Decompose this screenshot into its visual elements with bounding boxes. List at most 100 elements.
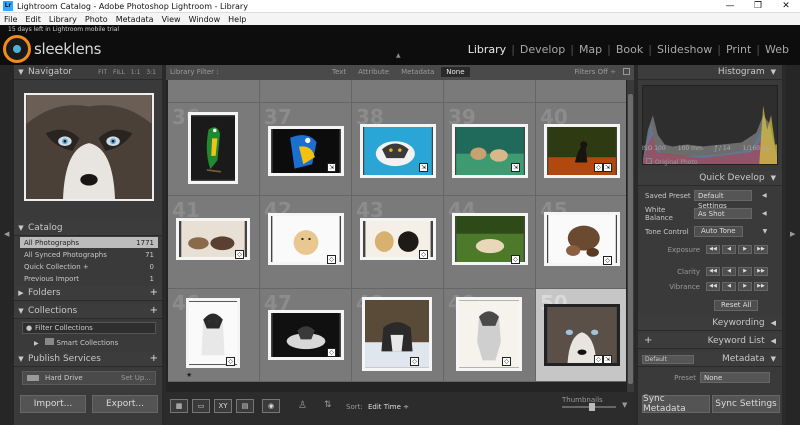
grid-cell-46[interactable]: 46 ◇ ★ [168,289,260,382]
grid-cell-41[interactable]: 41 ◇ [168,196,260,289]
grid-cell-50-selected[interactable]: 50 ◇ ⇲ [536,289,626,382]
keyword-list-header[interactable]: + Keyword List ◀ [638,334,782,349]
grid-cell-39[interactable]: 39 ⇲ [444,103,536,196]
lock-icon[interactable] [623,68,630,75]
publish-services-header[interactable]: ▼ Publish Services + [14,352,162,367]
keyword-list-expand-icon[interactable]: ◀ [771,337,776,345]
tone-control-arrow-icon[interactable]: ▼ [763,228,768,235]
navigator-header[interactable]: ▼ Navigator FIT FILL 1:1 3:1 [14,65,162,80]
grid-cell-48[interactable]: 48 ◇ [352,289,444,382]
grid-cell-37[interactable]: 37 ⇲ [260,103,352,196]
thumbnail-parrot[interactable] [188,112,238,184]
module-web[interactable]: Web [760,43,794,56]
catalog-all-synced[interactable]: All Synced Photographs 71 [20,249,158,260]
filter-tab-attribute[interactable]: Attribute [353,67,394,77]
reset-all-button[interactable]: Reset All [714,300,759,311]
toolbar-menu-icon[interactable]: ▼ [622,401,627,409]
collections-expand-icon[interactable]: ▼ [14,307,28,315]
catalog-quick-collection[interactable]: Quick Collection +0 [20,261,158,272]
menu-library[interactable]: Library [45,15,81,24]
module-book[interactable]: Book [611,43,648,56]
module-slideshow[interactable]: Slideshow [652,43,717,56]
collapse-left-arrow-icon[interactable]: ◀ [4,230,9,238]
hard-drive-setup-button[interactable]: Set Up... [121,374,151,382]
compare-view-icon[interactable]: XY [214,399,232,413]
module-print[interactable]: Print [721,43,756,56]
grid-cell-42[interactable]: 42 ◇ [260,196,352,289]
navigator-zoom-options[interactable]: FIT FILL 1:1 3:1 [98,69,156,76]
histogram-expand-icon[interactable]: ▼ [771,68,776,76]
menu-window[interactable]: Window [185,15,225,24]
import-button[interactable]: Import... [20,395,86,413]
grid-cell[interactable] [352,80,444,103]
menu-file[interactable]: File [0,15,21,24]
maximize-button[interactable]: ❐ [744,1,772,11]
minimize-button[interactable]: — [716,1,744,11]
collections-header[interactable]: ▼ Collections + [14,304,162,319]
catalog-header[interactable]: ▼ Catalog [14,221,162,236]
grid-cell-38[interactable]: 38 ⇲ [352,103,444,196]
exposure-steppers[interactable]: ◀◀ ◀ ▶ ▶▶ [706,245,770,254]
thumbnail-husky-standing[interactable] [456,297,522,371]
add-folder-icon[interactable]: + [150,287,158,298]
module-develop[interactable]: Develop [515,43,570,56]
catalog-all-photographs[interactable]: All Photographs 1771 [20,237,158,248]
folders-expand-icon[interactable]: ▶ [14,289,28,297]
menu-metadata[interactable]: Metadata [112,15,158,24]
sort-dropdown[interactable]: Edit Time ÷ [368,403,409,411]
grid-cell[interactable] [260,80,352,103]
grid-cell-40[interactable]: 40 ◇ ⇲ [536,103,626,196]
grid-cell[interactable] [444,80,536,103]
module-library[interactable]: Library [463,43,511,56]
grid-cell-47[interactable]: 47 ◇ [260,289,352,382]
add-keyword-icon[interactable]: + [644,335,652,346]
grid-scrollbar[interactable] [627,80,634,392]
trial-notice[interactable]: 15 days left in Lightroom mobile trial [8,26,119,33]
keywording-header[interactable]: Keywording ◀ [638,316,782,331]
thumbnail-size-slider[interactable] [562,403,616,411]
catalog-previous-import[interactable]: Previous Import 1 [20,273,158,284]
navigator-preview-husky[interactable] [24,93,154,201]
white-balance-dropdown[interactable]: As Shot [694,208,752,219]
grid-cell-44[interactable]: 44 ◇ [444,196,536,289]
vibrance-steppers[interactable]: ◀◀ ◀ ▶ ▶▶ [706,282,770,291]
navigator-expand-icon[interactable]: ▼ [14,68,28,76]
loupe-view-icon[interactable]: ▭ [192,399,210,413]
collapse-top-arrow-icon[interactable]: ▲ [396,52,401,59]
export-button[interactable]: Export... [92,395,158,413]
grid-cell-36[interactable]: 36 [168,103,260,196]
clarity-steppers[interactable]: ◀◀ ◀ ▶ ▶▶ [706,267,770,276]
grid-cell-49[interactable]: 49 ◇ [444,289,536,382]
filters-off-dropdown[interactable]: Filters Off ÷ [574,68,616,76]
grid-cell[interactable] [168,80,260,103]
menu-view[interactable]: View [158,15,185,24]
metadata-expand-icon[interactable]: ▼ [771,355,776,363]
saved-preset-dropdown[interactable]: Default Settings [694,190,752,210]
white-balance-arrow-icon[interactable]: ◀ [762,210,767,217]
keywording-expand-icon[interactable]: ◀ [771,319,776,327]
grid-cell[interactable] [536,80,626,103]
grid-cell-43[interactable]: 43 ◇ [352,196,444,289]
collapse-right-arrow-icon[interactable]: ▶ [790,230,795,238]
grid-scrollbar-thumb[interactable] [628,94,633,384]
quick-develop-expand-icon[interactable]: ▼ [771,174,776,182]
add-publish-service-icon[interactable]: + [150,353,158,364]
menu-help[interactable]: Help [224,15,250,24]
thumbnail-slider-handle[interactable] [589,403,595,411]
people-view-icon[interactable]: ◉ [262,399,280,413]
sync-metadata-button[interactable]: Sync Metadata [642,394,710,414]
publish-expand-icon[interactable]: ▼ [14,355,28,363]
sort-direction-icon[interactable]: ⇅ [324,400,332,410]
smart-collections-item[interactable]: ▶ Smart Collections [34,338,118,347]
folders-header[interactable]: ▶ Folders + [14,286,162,301]
module-map[interactable]: Map [574,43,607,56]
metadata-preset-dropdown[interactable]: None [700,372,770,383]
histogram-header[interactable]: Histogram ▼ [638,65,782,80]
hard-drive-service[interactable]: Hard Drive Set Up... [22,371,156,385]
catalog-expand-icon[interactable]: ▼ [14,224,28,232]
metadata-header[interactable]: Default Metadata ▼ [638,352,782,367]
filter-collections-input[interactable]: ● Filter Collections [22,322,156,334]
grid-cell-45[interactable]: 45 ◇ [536,196,626,289]
painter-icon[interactable]: ♙ [298,400,307,411]
rating-star-icon[interactable]: ★ [186,371,192,379]
